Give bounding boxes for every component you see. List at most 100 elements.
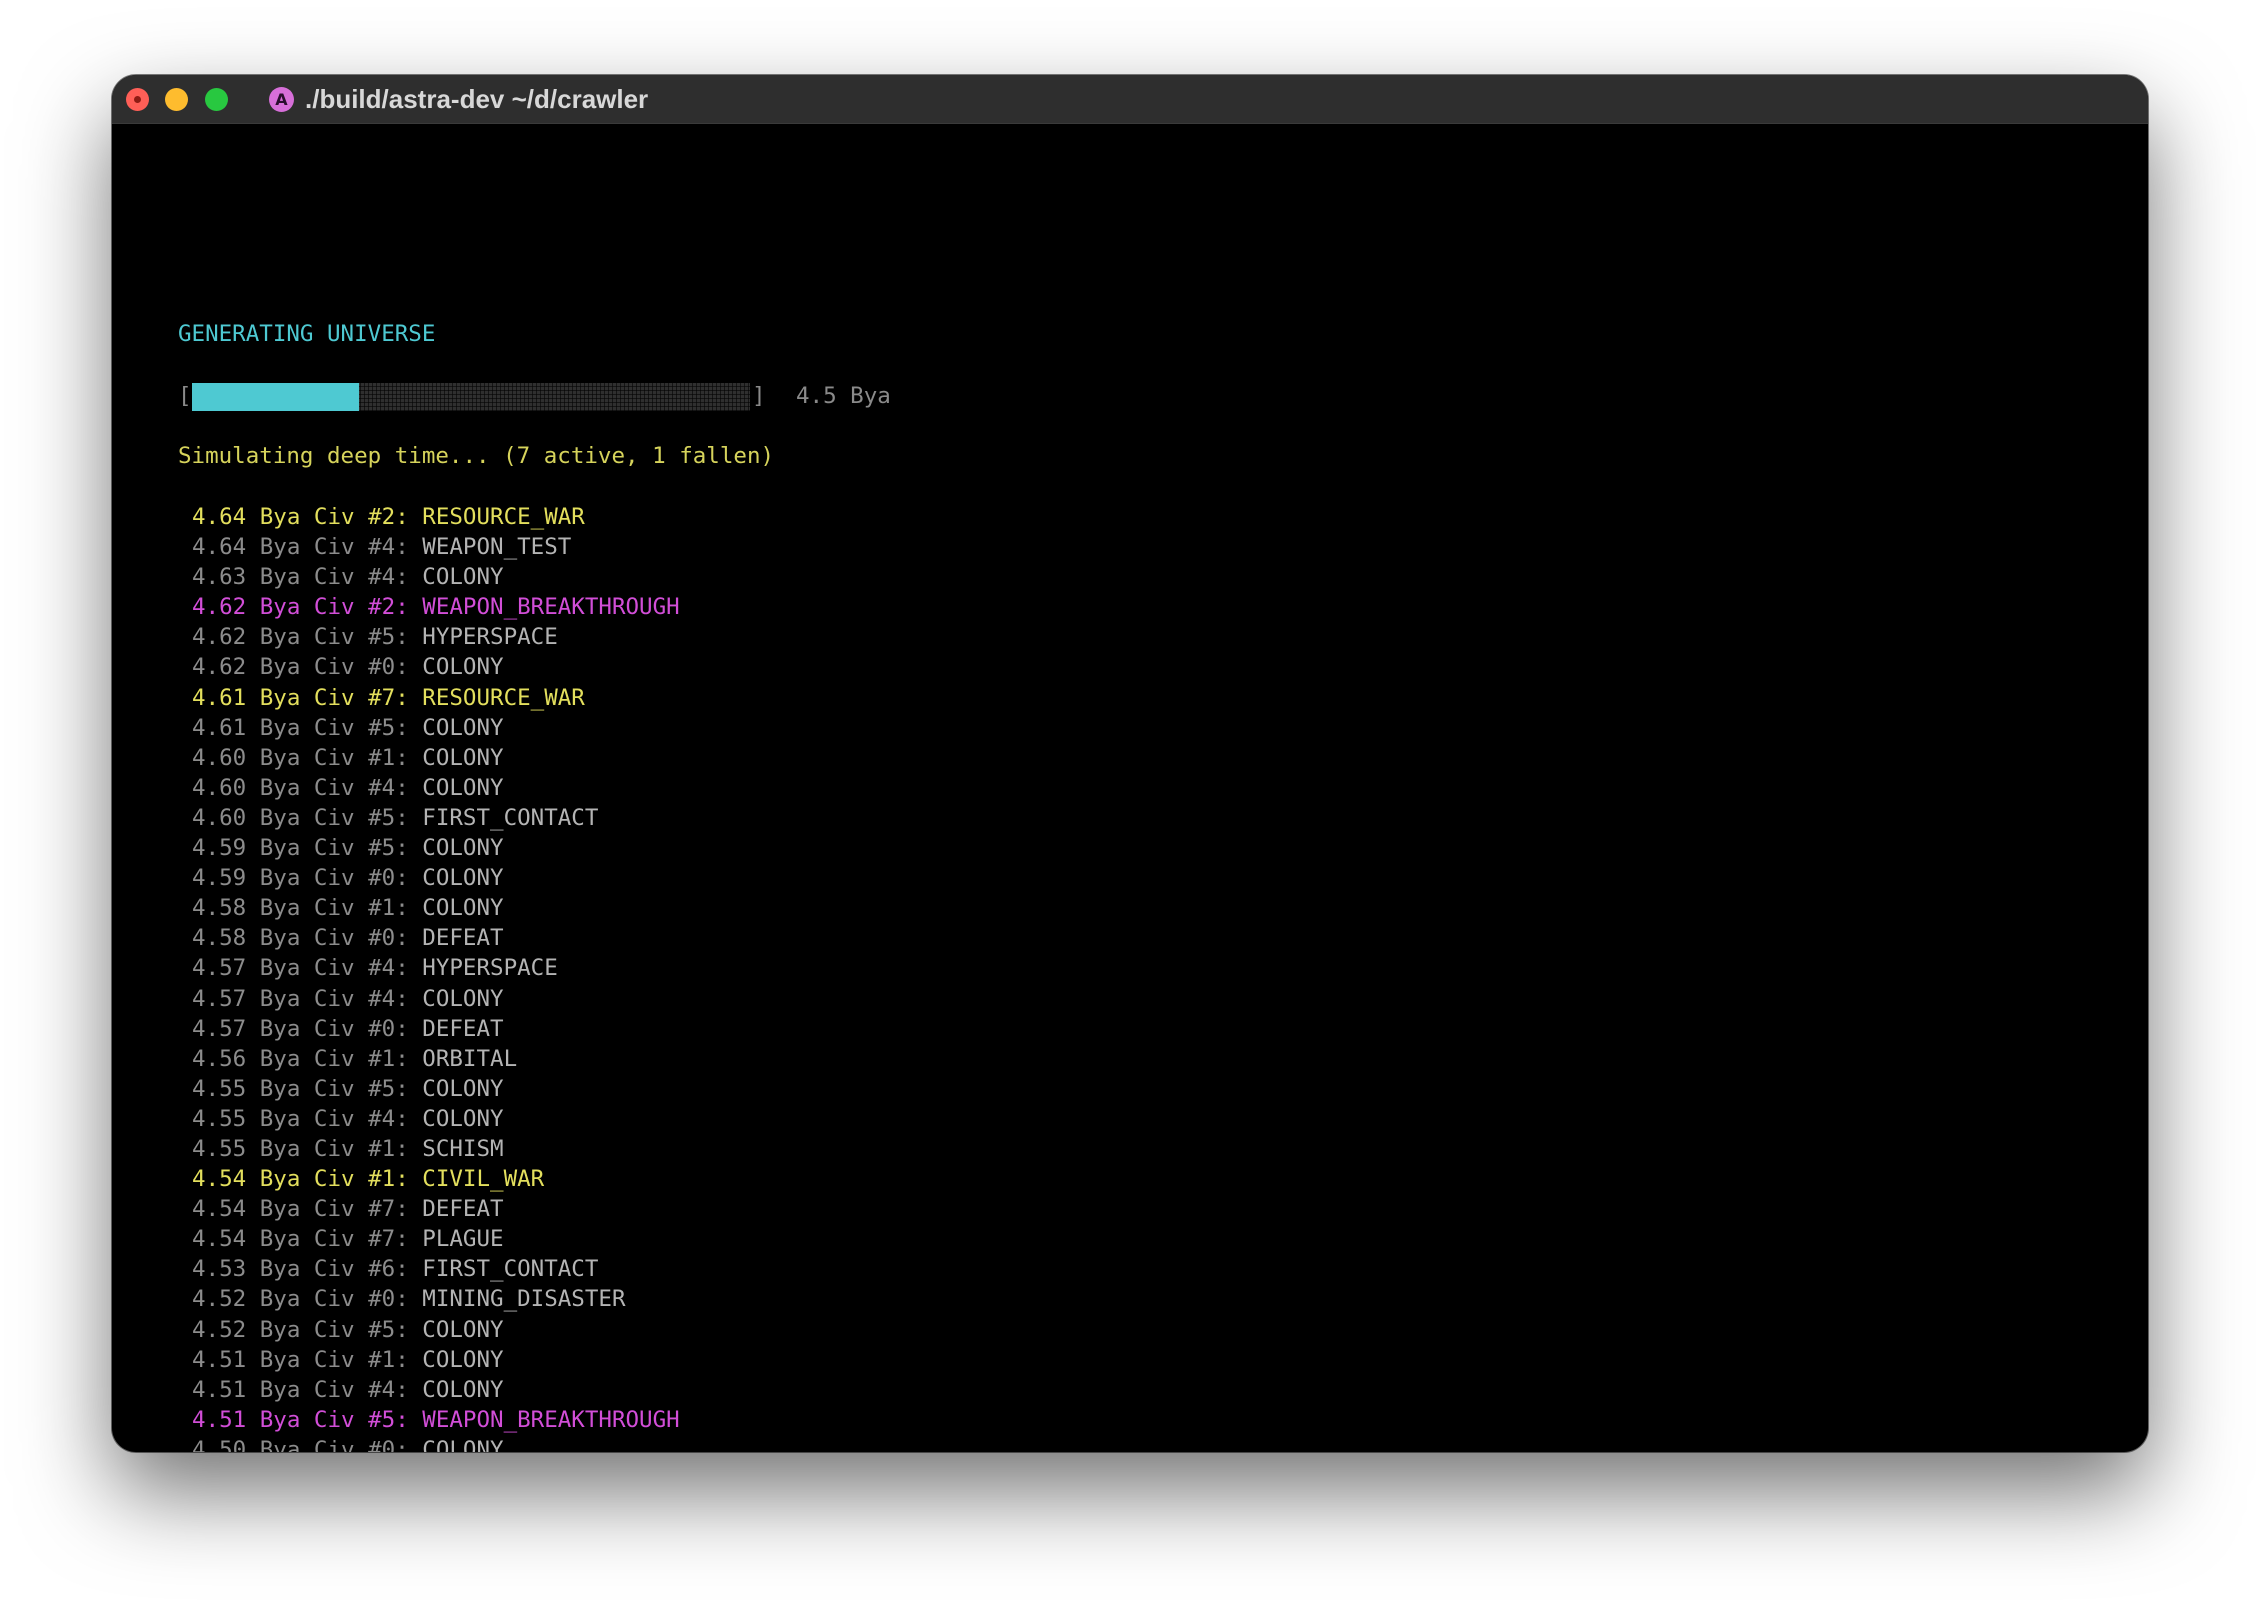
log-event: ORBITAL <box>422 1045 518 1072</box>
log-event: COLONY <box>422 835 504 862</box>
log-event: DEFEAT <box>422 1196 504 1223</box>
app-icon: A <box>269 87 294 112</box>
log-prefix: 4.55 Bya Civ #5: <box>192 1075 423 1102</box>
terminal-window: A ./build/astra-dev ~/d/crawler GENERATI… <box>112 75 2148 1452</box>
log-line: 4.55 Bya Civ #4: COLONY <box>192 1104 680 1134</box>
log-prefix: 4.62 Bya Civ #5: <box>192 624 423 651</box>
log-line: 4.54 Bya Civ #1: CIVIL_WAR <box>192 1164 680 1194</box>
close-window-button[interactable] <box>126 88 149 111</box>
log-line: 4.61 Bya Civ #5: COLONY <box>192 713 680 743</box>
log-line: 4.57 Bya Civ #4: HYPERSPACE <box>192 953 680 983</box>
progress-bar <box>192 383 750 411</box>
log-line: 4.50 Bya Civ #0: COLONY <box>192 1435 680 1452</box>
title-bar[interactable]: A ./build/astra-dev ~/d/crawler <box>112 75 2148 124</box>
log-prefix: 4.60 Bya Civ #5: <box>192 804 423 831</box>
progress-bar-fill <box>192 383 360 411</box>
log-line: 4.51 Bya Civ #5: WEAPON_BREAKTHROUGH <box>192 1405 680 1435</box>
log-line: 4.64 Bya Civ #4: WEAPON_TEST <box>192 532 680 562</box>
log-event: COLONY <box>422 985 504 1012</box>
log-line: 4.61 Bya Civ #7: RESOURCE_WAR <box>192 683 680 713</box>
log-prefix: 4.61 Bya Civ #7: <box>192 684 423 711</box>
log-line: 4.52 Bya Civ #5: COLONY <box>192 1315 680 1345</box>
log-event: COLONY <box>422 1436 504 1452</box>
event-log: 4.64 Bya Civ #2: RESOURCE_WAR 4.64 Bya Ci… <box>192 502 680 1452</box>
log-line: 4.58 Bya Civ #1: COLONY <box>192 893 680 923</box>
zoom-window-button[interactable] <box>205 88 228 111</box>
log-event: COLONY <box>422 1316 504 1343</box>
progress-label: 4.5 Bya <box>796 383 891 409</box>
log-line: 4.56 Bya Civ #1: ORBITAL <box>192 1044 680 1074</box>
log-line: 4.57 Bya Civ #4: COLONY <box>192 984 680 1014</box>
log-line: 4.59 Bya Civ #5: COLONY <box>192 833 680 863</box>
log-event: SCHISM <box>422 1135 504 1162</box>
log-line: 4.54 Bya Civ #7: DEFEAT <box>192 1194 680 1224</box>
log-prefix: 4.52 Bya Civ #5: <box>192 1316 423 1343</box>
log-line: 4.51 Bya Civ #4: COLONY <box>192 1375 680 1405</box>
log-prefix: 4.60 Bya Civ #4: <box>192 774 423 801</box>
window-title: ./build/astra-dev ~/d/crawler <box>305 84 649 114</box>
log-prefix: 4.56 Bya Civ #1: <box>192 1045 423 1072</box>
log-prefix: 4.51 Bya Civ #5: <box>192 1406 423 1433</box>
log-prefix: 4.50 Bya Civ #0: <box>192 1436 423 1452</box>
generating-heading: GENERATING UNIVERSE <box>178 321 436 347</box>
log-event: COLONY <box>422 654 504 681</box>
log-event: COLONY <box>422 865 504 892</box>
log-event: COLONY <box>422 774 504 801</box>
log-event: COLONY <box>422 895 504 922</box>
log-prefix: 4.59 Bya Civ #5: <box>192 835 423 862</box>
log-prefix: 4.55 Bya Civ #1: <box>192 1135 423 1162</box>
status-line: Simulating deep time... (7 active, 1 fal… <box>178 443 775 469</box>
log-line: 4.60 Bya Civ #4: COLONY <box>192 773 680 803</box>
log-event: FIRST_CONTACT <box>422 804 599 831</box>
log-prefix: 4.63 Bya Civ #4: <box>192 564 423 591</box>
log-line: 4.63 Bya Civ #4: COLONY <box>192 562 680 592</box>
log-event: WEAPON_TEST <box>422 534 572 561</box>
log-prefix: 4.57 Bya Civ #4: <box>192 955 423 982</box>
log-prefix: 4.51 Bya Civ #4: <box>192 1376 423 1403</box>
log-line: 4.55 Bya Civ #5: COLONY <box>192 1074 680 1104</box>
log-event: COLONY <box>422 1075 504 1102</box>
log-line: 4.57 Bya Civ #0: DEFEAT <box>192 1014 680 1044</box>
log-prefix: 4.54 Bya Civ #1: <box>192 1166 423 1193</box>
log-prefix: 4.61 Bya Civ #5: <box>192 714 423 741</box>
progress-row: [ ] 4.5 Bya <box>178 379 1078 413</box>
log-event: RESOURCE_WAR <box>422 504 585 530</box>
log-prefix: 4.64 Bya Civ #2: <box>192 504 423 530</box>
log-line: 4.62 Bya Civ #5: HYPERSPACE <box>192 622 680 652</box>
log-event: PLAGUE <box>422 1226 504 1253</box>
log-line: 4.60 Bya Civ #1: COLONY <box>192 743 680 773</box>
log-event: MINING_DISASTER <box>422 1286 626 1313</box>
log-line: 4.58 Bya Civ #0: DEFEAT <box>192 923 680 953</box>
log-prefix: 4.64 Bya Civ #4: <box>192 534 423 561</box>
log-event: RESOURCE_WAR <box>422 684 585 711</box>
log-line: 4.51 Bya Civ #1: COLONY <box>192 1345 680 1375</box>
log-event: DEFEAT <box>422 1015 504 1042</box>
log-event: COLONY <box>422 564 504 591</box>
minimize-window-button[interactable] <box>165 88 188 111</box>
log-prefix: 4.55 Bya Civ #4: <box>192 1105 423 1132</box>
log-line: 4.64 Bya Civ #2: RESOURCE_WAR <box>192 502 680 532</box>
log-prefix: 4.60 Bya Civ #1: <box>192 744 423 771</box>
log-prefix: 4.57 Bya Civ #0: <box>192 1015 423 1042</box>
log-event: FIRST_CONTACT <box>422 1256 599 1283</box>
log-event: COLONY <box>422 1346 504 1373</box>
log-prefix: 4.54 Bya Civ #7: <box>192 1196 423 1223</box>
log-event: WEAPON_BREAKTHROUGH <box>422 1406 680 1433</box>
progress-close-bracket: ] <box>752 383 766 409</box>
log-line: 4.60 Bya Civ #5: FIRST_CONTACT <box>192 803 680 833</box>
log-event: COLONY <box>422 1105 504 1132</box>
log-prefix: 4.52 Bya Civ #0: <box>192 1286 423 1313</box>
log-event: COLONY <box>422 744 504 771</box>
log-line: 4.62 Bya Civ #0: COLONY <box>192 652 680 682</box>
log-event: COLONY <box>422 714 504 741</box>
progress-open-bracket: [ <box>178 383 192 409</box>
log-line: 4.62 Bya Civ #2: WEAPON_BREAKTHROUGH <box>192 592 680 622</box>
log-prefix: 4.58 Bya Civ #1: <box>192 895 423 922</box>
log-line: 4.55 Bya Civ #1: SCHISM <box>192 1134 680 1164</box>
log-line: 4.52 Bya Civ #0: MINING_DISASTER <box>192 1284 680 1314</box>
log-event: CIVIL_WAR <box>422 1166 545 1193</box>
log-line: 4.53 Bya Civ #6: FIRST_CONTACT <box>192 1254 680 1284</box>
log-prefix: 4.58 Bya Civ #0: <box>192 925 423 952</box>
log-event: HYPERSPACE <box>422 624 558 651</box>
log-event: COLONY <box>422 1376 504 1403</box>
